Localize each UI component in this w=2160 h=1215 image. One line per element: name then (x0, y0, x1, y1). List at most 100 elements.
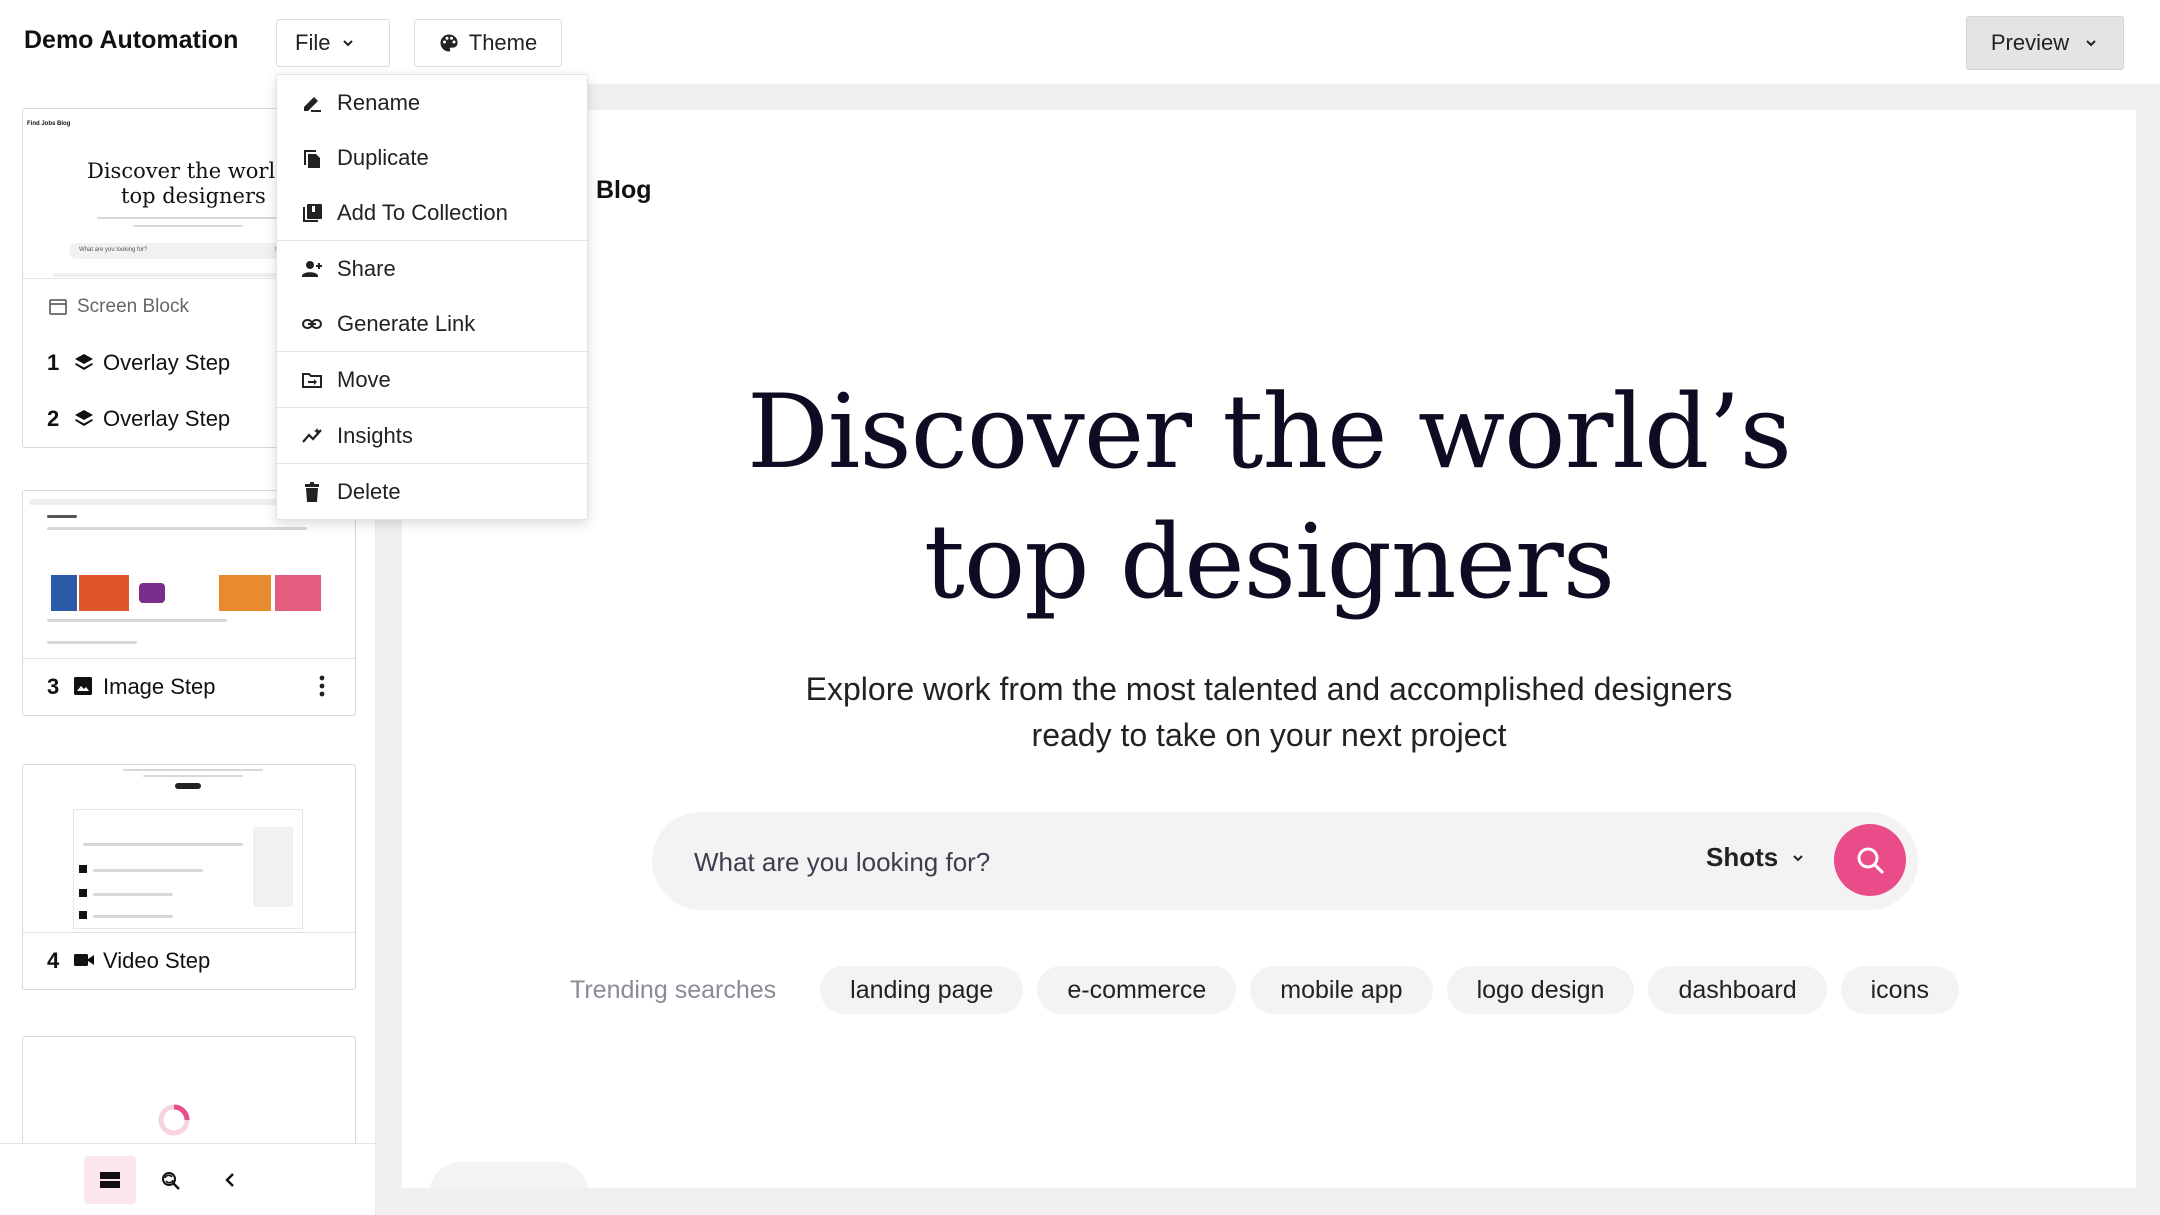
trending-tag[interactable]: logo design (1446, 966, 1635, 1014)
insights-icon (301, 425, 323, 447)
screen-preview: Blog Discover the world’s top designers … (402, 110, 2136, 1188)
step-item[interactable]: 4 Video Step (23, 933, 355, 989)
move-folder-icon (301, 369, 323, 391)
hero-subtitle-line: Explore work from the most talented and … (805, 671, 1733, 707)
thumb-text (83, 843, 243, 846)
trending-tag[interactable]: icons (1840, 966, 1959, 1014)
step-number: 1 (47, 350, 60, 375)
nav-link-blog[interactable]: Blog (596, 176, 652, 205)
thumb-sub-line (97, 217, 287, 219)
step-number: 4 (47, 948, 60, 973)
step-label: Overlay Step (103, 350, 231, 375)
app-title: Demo Automation (24, 26, 239, 54)
category-strip (430, 1162, 2130, 1188)
thumb-text (143, 775, 243, 777)
thumb-filter-row (47, 527, 307, 530)
menu-item-label: Insights (337, 422, 413, 448)
preview-button[interactable]: Preview (1966, 16, 2124, 70)
menu-item-delete[interactable]: Delete (277, 464, 587, 519)
find-replace-icon (162, 1171, 180, 1190)
trending-tag[interactable]: e-commerce (1037, 966, 1237, 1014)
list-view-button[interactable] (84, 1155, 136, 1204)
menu-item-share[interactable]: Share (277, 241, 587, 296)
menu-item-label: Generate Link (337, 310, 476, 336)
search-input[interactable] (694, 842, 1594, 882)
trending-tag[interactable]: landing page (820, 966, 1024, 1014)
menu-item-label: Add To Collection (337, 199, 508, 225)
video-icon (73, 950, 95, 972)
menu-item-duplicate[interactable]: Duplicate (277, 130, 587, 185)
thumb-text (123, 769, 263, 771)
hero-subtitle-line: ready to take on your next project (1031, 717, 1507, 753)
menu-item-rename[interactable]: Rename (277, 75, 587, 130)
hero-subtitle: Explore work from the most talented and … (402, 666, 2136, 758)
shots-label: Shots (1706, 842, 1779, 872)
trending-tag[interactable]: mobile app (1250, 966, 1433, 1014)
thumb-nav-link: Find Jobs (27, 121, 56, 127)
chevron-left-icon (225, 1172, 234, 1187)
step-card-image[interactable]: 3 Image Step (22, 490, 356, 716)
thumb-shot (275, 575, 321, 611)
thumb-nav-link: Blog (57, 121, 71, 127)
menu-item-generate-link[interactable]: Generate Link (277, 296, 587, 351)
step-label: Video Step (103, 948, 211, 973)
file-menu-button[interactable]: File (276, 19, 390, 67)
menu-item-add-to-collection[interactable]: Add To Collection (277, 185, 587, 240)
layers-icon (73, 408, 95, 430)
more-options-icon[interactable] (319, 673, 325, 699)
search-bar: Shots (652, 812, 1918, 910)
thumb-shot (139, 583, 165, 603)
category-pill[interactable] (430, 1162, 588, 1188)
hero-title: Discover the world’s top designers (402, 368, 2136, 628)
shots-dropdown[interactable]: Shots (1706, 842, 1806, 873)
file-dropdown-menu: Rename Duplicate Add To Collection Share… (276, 74, 588, 520)
collapse-sidebar-button[interactable] (204, 1156, 256, 1204)
copy-icon (301, 147, 323, 169)
thumb-button (175, 783, 201, 789)
top-bar: Demo Automation File Theme Preview (0, 0, 2160, 84)
list-view-icon (100, 1171, 120, 1188)
preview-button-label: Preview (1990, 30, 2070, 55)
step-label: Overlay Step (103, 406, 231, 431)
chevron-down-icon (2086, 40, 2096, 47)
trending-label: Trending searches (570, 975, 777, 1004)
menu-item-label: Rename (337, 89, 421, 115)
menu-item-move[interactable]: Move (277, 352, 587, 407)
thumb-avatar (79, 889, 87, 897)
thumb-shot (51, 575, 77, 611)
trending-searches: Trending searches landing page e-commerc… (570, 966, 1959, 1014)
thumb-shot (219, 575, 271, 611)
thumb-text (93, 893, 173, 896)
hero-title-line: top designers (923, 503, 1615, 622)
layers-icon (73, 352, 95, 374)
search-button[interactable] (1834, 824, 1906, 896)
thumb-text (93, 869, 203, 872)
loading-spinner-icon (158, 1104, 190, 1136)
step-thumbnail (23, 765, 355, 933)
pencil-icon (301, 92, 323, 114)
replace-button[interactable] (144, 1156, 196, 1204)
menu-item-insights[interactable]: Insights (277, 408, 587, 463)
theme-button[interactable]: Theme (414, 19, 562, 67)
step-card-video[interactable]: 4 Video Step (22, 764, 356, 990)
menu-item-label: Move (337, 366, 391, 392)
hero-title-line: Discover the world’s (746, 373, 1792, 492)
thumb-text (93, 915, 173, 918)
thumb-avatar (79, 865, 87, 873)
step-item[interactable]: 3 Image Step (23, 659, 355, 715)
search-icon (1857, 847, 1884, 874)
window-icon (49, 299, 67, 315)
thumb-heading (47, 515, 77, 518)
menu-item-label: Delete (337, 478, 401, 504)
person-add-icon (301, 258, 323, 280)
theme-button-label: Theme (468, 30, 538, 55)
thumb-shot (79, 575, 129, 611)
trending-tag[interactable]: dashboard (1648, 966, 1827, 1014)
chevron-down-icon (343, 40, 354, 47)
image-icon (73, 676, 95, 698)
step-number: 2 (47, 406, 60, 431)
thumb-sub-line (133, 225, 243, 227)
menu-item-label: Share (337, 255, 396, 281)
thumb-hero-title: Discover the world (87, 159, 289, 183)
chevron-down-icon (1793, 854, 1803, 861)
